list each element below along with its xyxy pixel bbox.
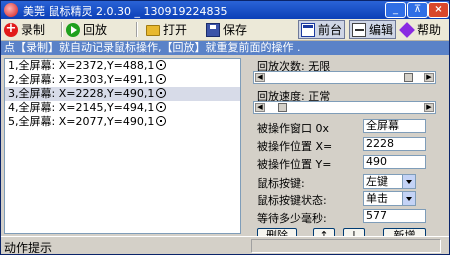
pos-y-field[interactable]: 490 bbox=[363, 155, 426, 169]
close-button[interactable]: × bbox=[428, 2, 449, 18]
save-label: 保存 bbox=[223, 23, 248, 37]
help-label: 帮助 bbox=[417, 23, 442, 37]
action-list[interactable]: 1,全屏幕: X=2372,Y=488,1 2,全屏幕: X=2303,Y=49… bbox=[4, 58, 241, 234]
edit-label: 编辑 bbox=[369, 23, 394, 37]
pos-y-label: 被操作位置 Y= bbox=[257, 158, 332, 171]
play-icon bbox=[66, 22, 80, 37]
crosshair-icon bbox=[156, 102, 167, 112]
status-pane bbox=[251, 239, 441, 253]
pos-x-field[interactable]: 2228 bbox=[363, 137, 426, 151]
toolbar-separator bbox=[61, 22, 63, 37]
app-icon bbox=[4, 3, 18, 17]
speed-slider[interactable]: ◀ ▶ bbox=[253, 101, 436, 114]
list-item[interactable]: 1,全屏幕: X=2372,Y=488,1 bbox=[5, 59, 240, 73]
slider-right-arrow[interactable]: ▶ bbox=[424, 103, 434, 112]
minimize-button[interactable]: _ bbox=[385, 2, 406, 18]
crosshair-icon bbox=[156, 74, 167, 84]
pos-x-label: 被操作位置 X= bbox=[257, 140, 333, 153]
chevron-down-icon[interactable] bbox=[402, 175, 415, 188]
play-button[interactable]: 回放 bbox=[66, 20, 107, 39]
list-item[interactable]: 2,全屏幕: X=2303,Y=491,1 bbox=[5, 73, 240, 87]
pin-button[interactable]: ⊼ bbox=[407, 2, 428, 18]
slider-left-arrow[interactable]: ◀ bbox=[255, 103, 265, 112]
button-state-label: 鼠标按键状态: bbox=[257, 194, 327, 207]
crosshair-icon bbox=[156, 116, 167, 126]
mouse-button-label: 鼠标按键: bbox=[257, 177, 305, 190]
hint-bar: 点【录制】就自动记录鼠标操作,【回放】就重复前面的操作 . bbox=[1, 41, 449, 55]
status-bar: 动作提示 bbox=[1, 236, 449, 255]
open-button[interactable]: 打开 bbox=[146, 20, 187, 39]
edit-icon bbox=[352, 22, 366, 37]
save-icon bbox=[206, 22, 220, 37]
window-handle-field[interactable]: 全屏幕 bbox=[363, 119, 426, 133]
window-icon bbox=[301, 22, 315, 37]
play-label: 回放 bbox=[83, 23, 108, 37]
list-item[interactable]: 5,全屏幕: X=2077,Y=490,1 bbox=[5, 115, 240, 129]
wait-label: 等待多少毫秒: bbox=[257, 212, 327, 225]
title-bar[interactable]: 美莞 鼠标精灵 2.0.30 _ 130919224835 _ ⊼ × bbox=[1, 1, 449, 19]
window-handle-label: 被操作窗口 0x bbox=[257, 122, 330, 135]
chevron-down-icon[interactable] bbox=[402, 192, 415, 205]
list-item[interactable]: 4,全屏幕: X=2145,Y=494,1 bbox=[5, 101, 240, 115]
record-button[interactable]: 录制 bbox=[4, 20, 45, 39]
help-button[interactable]: 帮助 bbox=[399, 20, 442, 39]
record-icon bbox=[4, 21, 18, 37]
save-button[interactable]: 保存 bbox=[206, 20, 247, 39]
repeat-slider[interactable]: ◀ ▶ bbox=[253, 71, 436, 84]
crosshair-icon bbox=[156, 60, 167, 70]
toolbar-separator bbox=[136, 22, 138, 37]
wait-field[interactable]: 577 bbox=[363, 209, 426, 223]
button-state-select[interactable]: 单击 bbox=[363, 191, 416, 206]
front-label: 前台 bbox=[318, 23, 343, 37]
slider-thumb[interactable] bbox=[404, 73, 413, 82]
window-title: 美莞 鼠标精灵 2.0.30 _ 130919224835 bbox=[23, 5, 228, 18]
main-window: 美莞 鼠标精灵 2.0.30 _ 130919224835 _ ⊼ × 录制 回… bbox=[0, 0, 450, 255]
front-button[interactable]: 前台 bbox=[298, 20, 346, 39]
folder-icon bbox=[146, 25, 160, 36]
crosshair-icon bbox=[156, 88, 167, 98]
slider-left-arrow[interactable]: ◀ bbox=[255, 73, 265, 82]
toolbar: 录制 回放 打开 保存 前台 编辑 帮助 bbox=[1, 19, 449, 41]
edit-button[interactable]: 编辑 bbox=[349, 20, 397, 39]
open-label: 打开 bbox=[163, 23, 188, 37]
help-icon bbox=[399, 21, 415, 38]
record-label: 录制 bbox=[21, 23, 46, 37]
mouse-button-select[interactable]: 左键 bbox=[363, 174, 416, 189]
status-text: 动作提示 bbox=[4, 241, 53, 255]
slider-thumb[interactable] bbox=[278, 103, 287, 112]
list-item-selected[interactable]: 3,全屏幕: X=2228,Y=490,1 bbox=[5, 87, 240, 101]
slider-right-arrow[interactable]: ▶ bbox=[424, 73, 434, 82]
